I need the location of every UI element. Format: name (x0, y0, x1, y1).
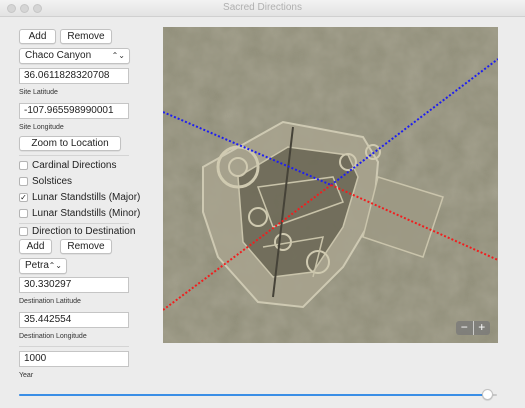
destination-longitude-field[interactable]: 35.442554 (19, 312, 129, 328)
remove-destination-button[interactable]: Remove (60, 239, 112, 254)
title-bar: Sacred Directions (0, 0, 525, 17)
direction-to-destination-label: Direction to Destination (32, 226, 136, 237)
destination-longitude-label: Destination Longitude (19, 333, 87, 340)
option-label: Lunar Standstills (Major) (32, 192, 141, 203)
year-label: Year (19, 372, 34, 379)
option-solstices[interactable]: Solstices (19, 176, 129, 188)
direction-to-destination-toggle[interactable]: Direction to Destination (19, 226, 149, 238)
checkbox[interactable] (19, 161, 28, 170)
zoom-out-button[interactable]: − (456, 321, 473, 335)
destination-select-value: Petra (25, 260, 49, 271)
remove-site-button[interactable]: Remove (60, 29, 112, 44)
checkbox-checked[interactable]: ✓ (19, 193, 28, 202)
option-label: Lunar Standstills (Minor) (32, 208, 141, 219)
site-latitude-label: Site Latitude (19, 89, 58, 96)
app-window: Sacred Directions Add Remove Chaco Canyo… (0, 0, 525, 408)
destination-latitude-field[interactable]: 30.330297 (19, 277, 129, 293)
option-cardinal-directions[interactable]: Cardinal Directions (19, 160, 129, 172)
map-zoom-control: − + (456, 321, 490, 335)
add-site-button[interactable]: Add (19, 29, 56, 44)
year-slider-knob[interactable] (481, 389, 493, 400)
divider (19, 155, 129, 156)
site-select[interactable]: Chaco Canyon ⌃⌄ (19, 48, 130, 64)
option-lunar-major[interactable]: ✓ Lunar Standstills (Major) (19, 192, 149, 204)
year-slider-fill (19, 394, 488, 396)
site-select-value: Chaco Canyon (25, 50, 92, 61)
divider (19, 223, 129, 224)
window-title: Sacred Directions (223, 2, 302, 13)
zoom-to-location-button[interactable]: Zoom to Location (19, 136, 121, 151)
divider (19, 346, 129, 347)
map-imagery (163, 27, 498, 343)
zoom-in-button[interactable]: + (474, 321, 491, 335)
checkbox[interactable] (19, 209, 28, 218)
satellite-map[interactable]: − + (163, 27, 498, 343)
add-destination-button[interactable]: Add (19, 239, 52, 254)
destination-latitude-label: Destination Latitude (19, 298, 81, 305)
checkbox[interactable] (19, 177, 28, 186)
option-lunar-minor[interactable]: Lunar Standstills (Minor) (19, 208, 149, 220)
option-label: Cardinal Directions (32, 160, 117, 171)
year-field[interactable]: 1000 (19, 351, 129, 367)
site-longitude-field[interactable]: -107.965598990001 (19, 103, 129, 119)
chevron-updown-icon: ⌃⌄ (48, 261, 62, 270)
chevron-updown-icon: ⌃⌄ (111, 51, 125, 60)
site-longitude-label: Site Longitude (19, 124, 64, 131)
checkbox[interactable] (19, 227, 28, 236)
option-label: Solstices (32, 176, 73, 187)
site-latitude-field[interactable]: 36.0611828320708 (19, 68, 129, 84)
destination-select[interactable]: Petra ⌃⌄ (19, 258, 67, 274)
